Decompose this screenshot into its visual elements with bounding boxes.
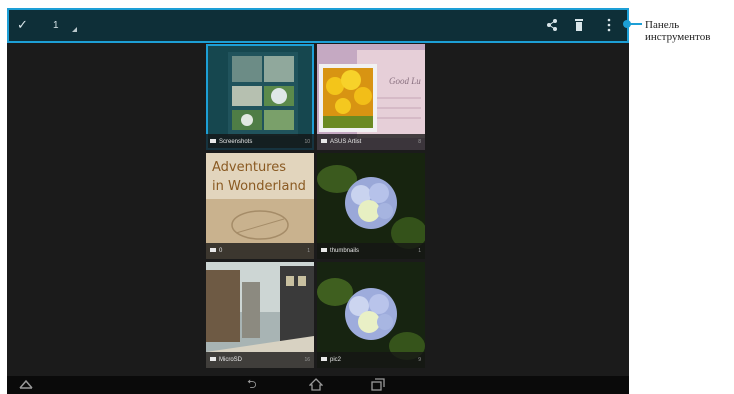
album-name: Screenshots: [219, 139, 253, 145]
folder-icon: [210, 139, 216, 144]
folder-icon: [321, 139, 327, 144]
rotate-icon[interactable]: [19, 378, 33, 392]
folder-icon: [210, 357, 216, 362]
album-tile-pic2[interactable]: pic2 9: [317, 262, 425, 368]
overflow-menu-icon[interactable]: [607, 18, 611, 34]
album-label: 0: [206, 243, 314, 259]
album-name: pic2: [330, 357, 342, 363]
album-count: 1: [418, 248, 421, 254]
album-count: 1: [307, 248, 310, 254]
share-icon[interactable]: [546, 18, 558, 34]
album-tile-thumbnails[interactable]: thumbnails 1: [317, 153, 425, 259]
album-tile-screenshots[interactable]: Screenshots 10: [206, 44, 314, 150]
action-bar: ✓ 1: [7, 8, 629, 43]
album-label: pic2: [317, 352, 425, 368]
back-icon[interactable]: ⮌: [247, 378, 257, 390]
callout-leader-line: [630, 23, 642, 25]
trash-icon[interactable]: [574, 18, 584, 34]
gallery-screen: ✓ 1 Screenshots 10 Good Lu ASUS Artist 8…: [7, 8, 629, 394]
album-label: MicroSD: [206, 352, 314, 368]
book-title-line-1: Adventures: [212, 160, 286, 175]
toolbar-callout-label: Панель инструментов: [645, 19, 711, 43]
album-count: 8: [418, 139, 421, 145]
album-tile-asus-artist[interactable]: Good Lu ASUS Artist 8: [317, 44, 425, 150]
album-tile-0[interactable]: Adventures in Wonderland 0 1: [206, 153, 314, 259]
album-tile-microsd[interactable]: MicroSD 16: [206, 262, 314, 368]
home-icon[interactable]: [308, 378, 324, 393]
postcard-text: Good Lu: [389, 76, 421, 86]
album-label: Screenshots: [206, 134, 314, 150]
album-count: 16: [304, 357, 310, 363]
album-name: thumbnails: [330, 248, 360, 254]
folder-icon: [321, 248, 327, 253]
recent-apps-icon[interactable]: [371, 378, 385, 393]
album-count: 9: [418, 357, 421, 363]
album-count: 10: [304, 139, 310, 145]
selection-dropdown-icon[interactable]: [72, 27, 77, 32]
album-label: thumbnails: [317, 243, 425, 259]
album-label: ASUS Artist: [317, 134, 425, 150]
album-name: MicroSD: [219, 357, 243, 363]
selected-count[interactable]: 1: [53, 20, 59, 32]
album-name: ASUS Artist: [330, 139, 362, 145]
folder-icon: [210, 248, 216, 253]
folder-icon: [321, 357, 327, 362]
check-icon[interactable]: ✓: [17, 18, 28, 31]
album-name: 0: [219, 248, 223, 254]
navigation-bar: ⮌: [7, 376, 629, 394]
book-title-line-2: in Wonderland: [212, 179, 306, 194]
